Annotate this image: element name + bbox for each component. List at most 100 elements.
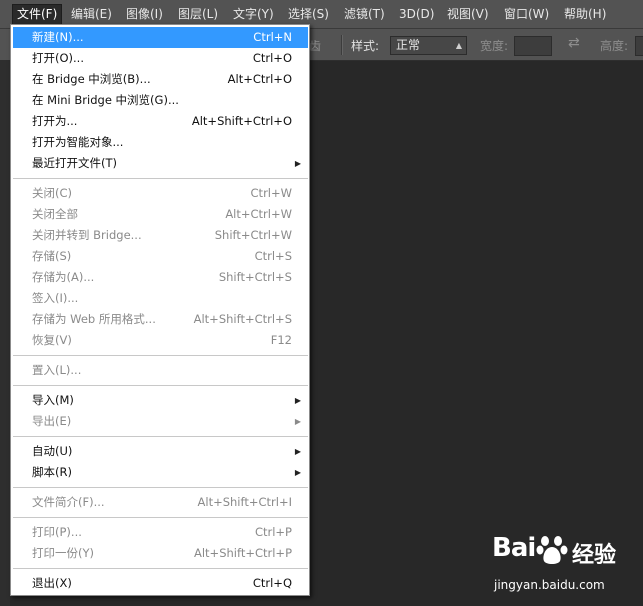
- menu-item[interactable]: 打开为智能对象...: [13, 132, 308, 153]
- menu-item-shortcut: Ctrl+W: [250, 186, 292, 200]
- menu-separator: [13, 385, 308, 386]
- style-select-value: 正常: [396, 38, 421, 52]
- menu-item-shortcut: Shift+Ctrl+S: [218, 270, 292, 284]
- menu-item[interactable]: 打开为... Alt+Shift+Ctrl+O: [13, 111, 308, 132]
- menubar-item[interactable]: 3D(D): [395, 4, 439, 25]
- width-label: 宽度:: [480, 39, 509, 53]
- menu-item[interactable]: 存储为 Web 所用格式... Alt+Shift+Ctrl+S: [13, 309, 308, 330]
- menu-item-label: 新建(N)...: [32, 30, 84, 44]
- watermark-brand-cn: 经验: [572, 543, 617, 568]
- menu-item-shortcut: Ctrl+O: [252, 51, 292, 65]
- paw-icon: [536, 536, 568, 564]
- swap-icon[interactable]: ⇄: [568, 35, 580, 51]
- file-menu: 新建(N)... Ctrl+N 打开(O)... Ctrl+O 在 Bridge 中浏览…: [10, 24, 310, 596]
- menu-item[interactable]: 关闭全部 Alt+Ctrl+W: [13, 204, 308, 225]
- menu-item[interactable]: 最近打开文件(T) ▶: [13, 153, 308, 174]
- menu-separator: [13, 436, 308, 437]
- menu-separator: [13, 178, 308, 179]
- height-label: 高度:: [600, 39, 629, 53]
- menu-item-label: 文件简介(F)...: [32, 495, 105, 509]
- menu-item-label: 打印(P)...: [32, 525, 82, 539]
- menubar-item[interactable]: 选择(S): [284, 4, 334, 25]
- menu-item-label: 自动(U): [32, 444, 73, 458]
- menu-item[interactable]: 打开(O)... Ctrl+O: [13, 48, 308, 69]
- menu-item-label: 关闭并转到 Bridge...: [32, 228, 142, 242]
- menu-item-label: 存储(S): [32, 249, 72, 263]
- options-divider: [341, 35, 343, 55]
- menubar-item[interactable]: 帮助(H): [560, 4, 610, 25]
- submenu-arrow-icon: ▶: [294, 396, 301, 405]
- menu-item-label: 最近打开文件(T): [32, 156, 117, 170]
- menu-item-shortcut: Shift+Ctrl+W: [214, 228, 292, 242]
- menu-item[interactable]: 关闭(C) Ctrl+W: [13, 183, 308, 204]
- menu-item[interactable]: 自动(U) ▶: [13, 441, 308, 462]
- menu-item-label: 导出(E): [32, 414, 72, 428]
- menu-item-shortcut: Alt+Shift+Ctrl+S: [193, 312, 292, 326]
- menu-item[interactable]: 签入(I)...: [13, 288, 308, 309]
- menu-item-label: 签入(I)...: [32, 291, 79, 305]
- watermark-url: jingyan.baidu.com: [494, 578, 605, 592]
- menu-item-shortcut: Ctrl+S: [254, 249, 292, 263]
- menu-item-label: 脚本(R): [32, 465, 72, 479]
- menu-item[interactable]: 在 Mini Bridge 中浏览(G)...: [13, 90, 308, 111]
- menubar-item[interactable]: 编辑(E): [67, 4, 117, 25]
- menu-item[interactable]: 新建(N)... Ctrl+N: [13, 27, 308, 48]
- menu-item[interactable]: 脚本(R) ▶: [13, 462, 308, 483]
- menubar-item[interactable]: 窗口(W): [500, 4, 554, 25]
- menubar-item[interactable]: 图层(L): [174, 4, 224, 25]
- menu-item-shortcut: Alt+Shift+Ctrl+O: [191, 114, 292, 128]
- menu-item[interactable]: 导出(E) ▶: [13, 411, 308, 432]
- menu-item[interactable]: 关闭并转到 Bridge... Shift+Ctrl+W: [13, 225, 308, 246]
- menu-item-label: 打开为...: [32, 114, 78, 128]
- baidu-jingyan-watermark: Bai 经验 jingyan.baidu.com: [492, 533, 616, 597]
- menu-item-label: 恢复(V): [32, 333, 72, 347]
- menu-item[interactable]: 文件简介(F)... Alt+Shift+Ctrl+I: [13, 492, 308, 513]
- menu-item-label: 打开为智能对象...: [32, 135, 124, 149]
- menubar-item[interactable]: 文件(F): [12, 4, 62, 25]
- height-input[interactable]: [635, 36, 643, 56]
- updown-arrow-icon: ▲: [455, 41, 462, 50]
- menu-item-label: 存储为(A)...: [32, 270, 95, 284]
- menu-item-label: 关闭(C): [32, 186, 73, 200]
- menu-item-shortcut: Ctrl+Q: [252, 576, 292, 590]
- menu-separator: [13, 568, 308, 569]
- menu-item[interactable]: 存储(S) Ctrl+S: [13, 246, 308, 267]
- menu-item[interactable]: 打印(P)... Ctrl+P: [13, 522, 308, 543]
- menubar-item[interactable]: 滤镜(T): [340, 4, 390, 25]
- menu-item[interactable]: 恢复(V) F12: [13, 330, 308, 351]
- width-input[interactable]: [514, 36, 552, 56]
- menu-item[interactable]: 存储为(A)... Shift+Ctrl+S: [13, 267, 308, 288]
- menu-item-shortcut: Alt+Shift+Ctrl+P: [193, 546, 292, 560]
- menu-item[interactable]: 导入(M) ▶: [13, 390, 308, 411]
- menu-item-label: 打开(O)...: [32, 51, 84, 65]
- style-select[interactable]: 正常 ▲: [390, 36, 467, 55]
- menu-item-shortcut: F12: [270, 333, 292, 347]
- menu-item-shortcut: Ctrl+N: [253, 30, 292, 44]
- menu-item-label: 打印一份(Y): [32, 546, 94, 560]
- menu-separator: [13, 355, 308, 356]
- menubar-item[interactable]: 文字(Y): [229, 4, 279, 25]
- menu-item[interactable]: 置入(L)...: [13, 360, 308, 381]
- submenu-arrow-icon: ▶: [294, 468, 301, 477]
- menu-item-label: 退出(X): [32, 576, 72, 590]
- submenu-arrow-icon: ▶: [294, 447, 301, 456]
- menu-item-label: 导入(M): [32, 393, 74, 407]
- menu-item-label: 置入(L)...: [32, 363, 82, 377]
- menu-item[interactable]: 打印一份(Y) Alt+Shift+Ctrl+P: [13, 543, 308, 564]
- menubar-item[interactable]: 视图(V): [443, 4, 493, 25]
- menu-item[interactable]: 在 Bridge 中浏览(B)... Alt+Ctrl+O: [13, 69, 308, 90]
- watermark-brand: Bai: [492, 533, 536, 563]
- menu-item-shortcut: Alt+Shift+Ctrl+I: [197, 495, 292, 509]
- menu-item-shortcut: Alt+Ctrl+O: [227, 72, 292, 86]
- menu-separator: [13, 517, 308, 518]
- tools-panel-edge: [0, 61, 10, 606]
- submenu-arrow-icon: ▶: [294, 417, 301, 426]
- menu-item-label: 在 Mini Bridge 中浏览(G)...: [32, 93, 179, 107]
- menu-separator: [13, 487, 308, 488]
- menu-item-label: 存储为 Web 所用格式...: [32, 312, 156, 326]
- menu-item-label: 关闭全部: [32, 207, 78, 221]
- style-label: 样式:: [351, 39, 380, 53]
- menubar-item[interactable]: 图像(I): [122, 4, 170, 25]
- menu-item[interactable]: 退出(X) Ctrl+Q: [13, 573, 308, 594]
- menu-item-shortcut: Ctrl+P: [254, 525, 292, 539]
